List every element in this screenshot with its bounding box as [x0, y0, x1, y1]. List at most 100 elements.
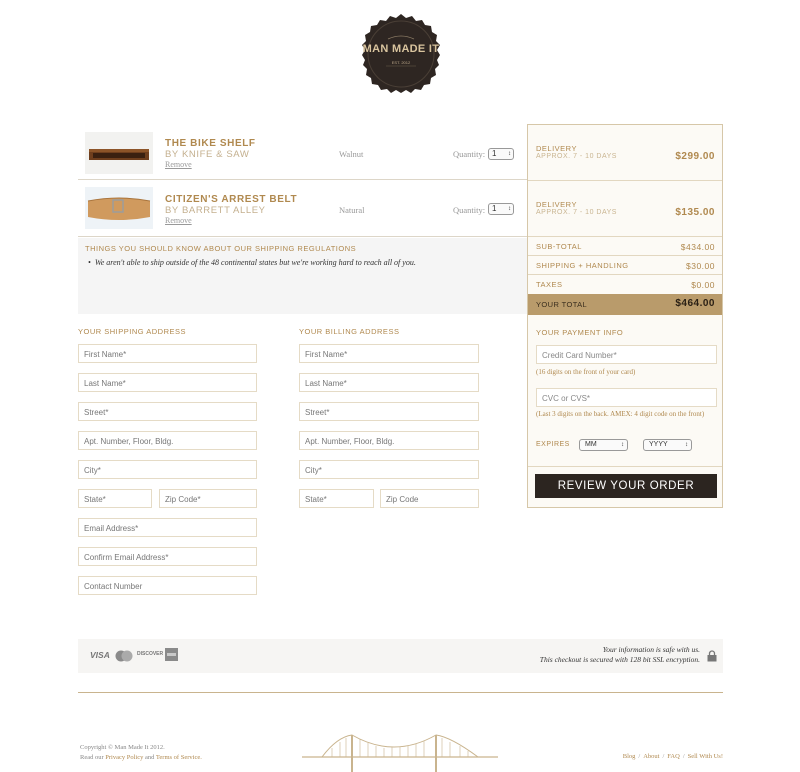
remove-link[interactable]: Remove	[165, 160, 192, 169]
shipping-last-name-field[interactable]: Last Name*	[78, 373, 257, 392]
shipping-address-title: YOUR SHIPPING ADDRESS	[78, 327, 187, 336]
amex-icon	[165, 648, 178, 666]
shipping-note-title: THINGS YOU SHOULD KNOW ABOUT OUR SHIPPIN…	[85, 244, 357, 253]
mastercard-icon	[115, 649, 133, 667]
billing-first-name-field[interactable]: First Name*	[299, 344, 479, 363]
delivery-price: $299.00	[675, 151, 715, 162]
delivery-estimate: APPROX. 7 - 10 DAYS	[536, 209, 617, 216]
shipping-email-field[interactable]: Email Address*	[78, 518, 257, 537]
about-link[interactable]: About	[643, 753, 659, 760]
discover-icon: DISCOVER	[137, 651, 164, 657]
quantity-label: Quantity:	[453, 149, 486, 159]
delivery-label: DELIVERY	[536, 144, 577, 153]
expiry-month-value: MM	[585, 441, 597, 448]
product-maker[interactable]: BY KNIFE & SAW	[165, 149, 249, 160]
expires-label: EXPIRES	[536, 441, 570, 448]
shipping-contact-field[interactable]: Contact Number	[78, 576, 257, 595]
terms-of-service-link[interactable]: Terms of Service.	[156, 754, 202, 761]
product-variant: Walnut	[339, 149, 364, 159]
logo-text: MAN MADE IT	[362, 43, 440, 55]
delivery-block: DELIVERY APPROX. 7 - 10 DAYS $299.00	[528, 125, 722, 181]
shipping-row: SHIPPING + HANDLING $30.00	[528, 256, 722, 275]
taxes-row: TAXES $0.00	[528, 275, 722, 294]
security-line-1: Your information is safe with us.	[602, 645, 700, 654]
taxes-label: TAXES	[536, 280, 563, 289]
select-arrows-icon: ↕	[685, 442, 688, 448]
card-number-input[interactable]: Credit Card Number*	[536, 345, 717, 364]
subtotal-label: SUB-TOTAL	[536, 242, 582, 251]
order-summary: DELIVERY APPROX. 7 - 10 DAYS $299.00 DEL…	[527, 124, 723, 508]
separator: /	[682, 753, 685, 760]
cvc-input[interactable]: CVC or CVS*	[536, 388, 717, 407]
billing-street-field[interactable]: Street*	[299, 402, 479, 421]
subtotal-row: SUB-TOTAL $434.00	[528, 237, 722, 256]
payment-title: YOUR PAYMENT INFO	[536, 328, 624, 337]
shipping-value: $30.00	[686, 261, 715, 271]
delivery-block: DELIVERY APPROX. 7 - 10 DAYS $135.00	[528, 181, 722, 237]
sell-with-us-link[interactable]: Sell With Us!	[688, 753, 723, 760]
shipping-label: SHIPPING + HANDLING	[536, 261, 629, 270]
bridge-icon	[302, 734, 498, 772]
subtotal-value: $434.00	[680, 242, 715, 252]
and-text: and	[145, 754, 155, 761]
review-order-button[interactable]: REVIEW YOUR ORDER	[535, 474, 717, 498]
total-row: YOUR TOTAL $464.00	[528, 294, 722, 315]
blog-link[interactable]: Blog	[623, 753, 636, 760]
billing-zip-field[interactable]: Zip Code	[380, 489, 479, 508]
shipping-apt-field[interactable]: Apt. Number, Floor, Bldg.	[78, 431, 257, 450]
faq-link[interactable]: FAQ	[667, 753, 680, 760]
product-name[interactable]: CITIZEN'S ARREST BELT	[165, 194, 297, 205]
legal-line: Read our Privacy Policy and Terms of Ser…	[80, 753, 202, 763]
footer-divider	[78, 692, 723, 693]
product-variant: Natural	[339, 205, 365, 215]
quantity-value: 1	[492, 149, 497, 158]
total-label: YOUR TOTAL	[536, 300, 588, 309]
lock-icon	[707, 650, 717, 662]
shipping-city-field[interactable]: City*	[78, 460, 257, 479]
divider	[528, 466, 722, 467]
visa-icon: VISA	[90, 650, 110, 660]
cvc-hint: (Last 3 digits on the back. AMEX: 4 digi…	[536, 410, 705, 418]
footer-links: Blog / About / FAQ / Sell With Us!	[623, 753, 723, 760]
security-text: Your information is safe with us. This c…	[540, 645, 700, 664]
belt-image	[85, 187, 153, 229]
shipping-street-field[interactable]: Street*	[78, 402, 257, 421]
select-arrows-icon: ↕	[621, 442, 624, 448]
privacy-policy-link[interactable]: Privacy Policy	[105, 754, 143, 761]
shipping-state-field[interactable]: State*	[78, 489, 152, 508]
billing-last-name-field[interactable]: Last Name*	[299, 373, 479, 392]
shipping-note-item: • We aren't able to ship outside of the …	[88, 258, 416, 267]
quantity-label: Quantity:	[453, 205, 486, 215]
delivery-estimate: APPROX. 7 - 10 DAYS	[536, 153, 617, 160]
cart-item: THE BIKE SHELF BY KNIFE & SAW Remove Wal…	[78, 124, 527, 180]
remove-link[interactable]: Remove	[165, 216, 192, 225]
logo-subtext: EST. 2012	[391, 60, 411, 65]
separator: /	[662, 753, 665, 760]
quantity-select[interactable]: 1 ↕	[488, 148, 514, 160]
product-thumbnail[interactable]	[85, 132, 153, 174]
product-name[interactable]: THE BIKE SHELF	[165, 138, 256, 149]
billing-city-field[interactable]: City*	[299, 460, 479, 479]
shipping-note: THINGS YOU SHOULD KNOW ABOUT OUR SHIPPIN…	[78, 238, 527, 314]
shipping-first-name-field[interactable]: First Name*	[78, 344, 257, 363]
cart-item: CITIZEN'S ARREST BELT BY BARRETT ALLEY R…	[78, 181, 527, 237]
quantity-value: 1	[492, 204, 497, 213]
product-thumbnail[interactable]	[85, 187, 153, 229]
billing-state-field[interactable]: State*	[299, 489, 374, 508]
billing-apt-field[interactable]: Apt. Number, Floor, Bldg.	[299, 431, 479, 450]
select-arrows-icon: ↕	[508, 151, 511, 157]
shipping-zip-field[interactable]: Zip Code*	[159, 489, 257, 508]
expiry-year-select[interactable]: YYYY ↕	[643, 439, 692, 451]
expiry-month-select[interactable]: MM ↕	[579, 439, 628, 451]
total-value: $464.00	[675, 298, 715, 309]
bike-shelf-image	[89, 149, 149, 160]
select-arrows-icon: ↕	[508, 206, 511, 212]
product-maker[interactable]: BY BARRETT ALLEY	[165, 205, 266, 216]
quantity-select[interactable]: 1 ↕	[488, 203, 514, 215]
copyright: Copyright © Man Made It 2012. Read our P…	[80, 743, 202, 763]
billing-address-title: YOUR BILLING ADDRESS	[299, 327, 400, 336]
taxes-value: $0.00	[691, 280, 715, 290]
shipping-confirm-email-field[interactable]: Confirm Email Address*	[78, 547, 257, 566]
security-line-2: This checkout is secured with 128 bit SS…	[539, 654, 700, 664]
logo[interactable]: MAN MADE IT EST. 2012	[360, 13, 442, 95]
